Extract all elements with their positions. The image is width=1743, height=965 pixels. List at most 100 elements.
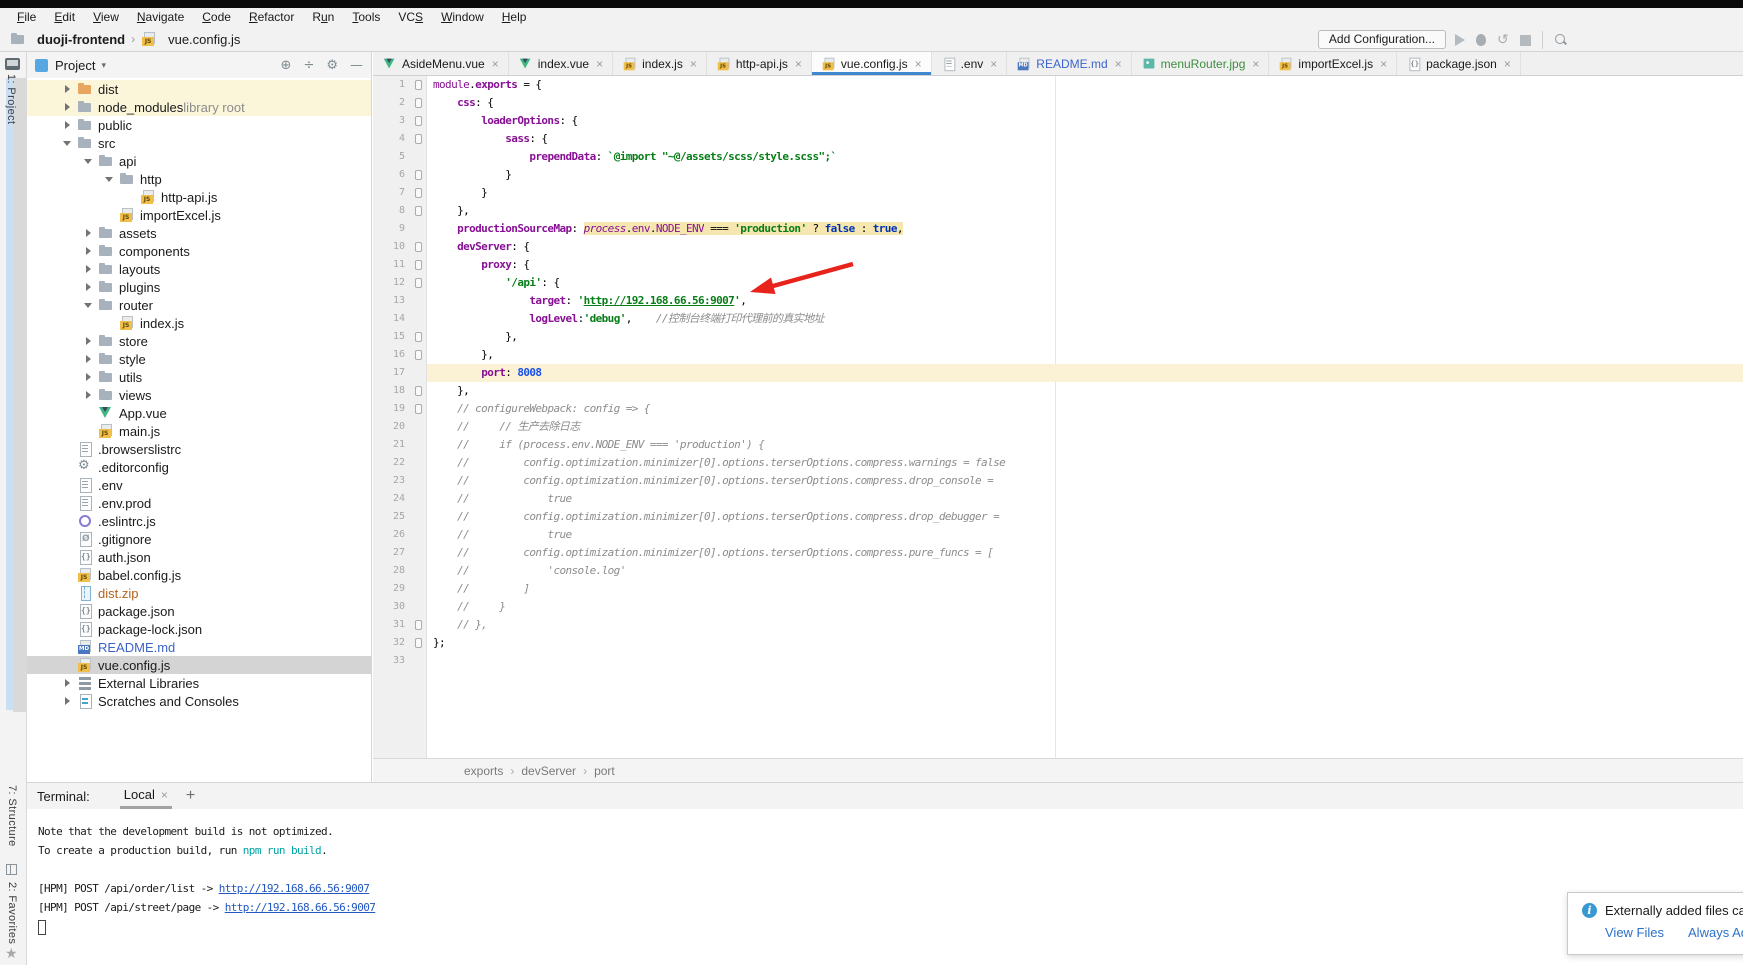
fold-close-icon[interactable]	[415, 332, 422, 342]
menu-tools[interactable]: Tools	[343, 8, 389, 27]
editor-tab-http-api-js[interactable]: http-api.js×	[707, 52, 812, 75]
tree-item--env[interactable]: .env	[27, 476, 371, 494]
breadcrumb-project[interactable]: duoji-frontend	[37, 32, 125, 47]
stripe-scroll-track[interactable]	[13, 78, 26, 712]
tree-item-dist[interactable]: dist	[27, 80, 371, 98]
tree-item-http[interactable]: http	[27, 170, 371, 188]
coverage-icon[interactable]: ↺	[1497, 33, 1509, 47]
tool-window-icon[interactable]	[5, 58, 20, 70]
editor-breadcrumb-devserver[interactable]: devServer	[521, 764, 576, 778]
menu-navigate[interactable]: Navigate	[128, 8, 193, 27]
fold-close-icon[interactable]	[415, 386, 422, 396]
menu-help[interactable]: Help	[493, 8, 536, 27]
tree-item-external-libraries[interactable]: External Libraries	[27, 674, 371, 692]
fold-open-icon[interactable]	[415, 116, 422, 126]
new-terminal-button[interactable]: +	[186, 787, 195, 805]
tree-item-public[interactable]: public	[27, 116, 371, 134]
search-icon[interactable]	[1554, 33, 1568, 47]
editor-tab-readme-md[interactable]: README.md×	[1007, 52, 1131, 75]
tree-item-vue-config-js[interactable]: vue.config.js	[27, 656, 371, 674]
tab-close-icon[interactable]: ×	[1380, 57, 1387, 71]
tab-close-icon[interactable]: ×	[915, 57, 922, 71]
chevron-down-icon[interactable]: ▾	[101, 60, 106, 71]
close-icon[interactable]: ×	[161, 788, 168, 802]
run-icon[interactable]	[1455, 34, 1465, 46]
tab-close-icon[interactable]: ×	[1115, 57, 1122, 71]
fold-close-icon[interactable]	[415, 206, 422, 216]
tree-item-importexcel-js[interactable]: importExcel.js	[27, 206, 371, 224]
editor-tab-package-json[interactable]: package.json×	[1397, 52, 1521, 75]
tree-item-plugins[interactable]: plugins	[27, 278, 371, 296]
tree-item-http-api-js[interactable]: http-api.js	[27, 188, 371, 206]
menu-run[interactable]: Run	[303, 8, 343, 27]
tree-item-node-modules[interactable]: node_modules library root	[27, 98, 371, 116]
editor-tab-index-vue[interactable]: index.vue×	[509, 52, 613, 75]
tree-item-components[interactable]: components	[27, 242, 371, 260]
tree-item-store[interactable]: store	[27, 332, 371, 350]
notification-action-view-files[interactable]: View Files	[1605, 925, 1664, 940]
tab-close-icon[interactable]: ×	[690, 57, 697, 71]
menu-code[interactable]: Code	[193, 8, 240, 27]
menu-refactor[interactable]: Refactor	[240, 8, 303, 27]
terminal-output[interactable]: Note that the development build is not o…	[27, 809, 1743, 936]
menu-view[interactable]: View	[84, 8, 128, 27]
tree-item-app-vue[interactable]: App.vue	[27, 404, 371, 422]
menu-vcs[interactable]: VCS	[389, 8, 432, 27]
editor-breadcrumb-exports[interactable]: exports	[464, 764, 503, 778]
tree-item-package-lock-json[interactable]: package-lock.json	[27, 620, 371, 638]
layout-grid-icon[interactable]	[6, 864, 17, 875]
fold-open-icon[interactable]	[415, 404, 422, 414]
fold-close-icon[interactable]	[415, 620, 422, 630]
tab-close-icon[interactable]: ×	[795, 57, 802, 71]
tree-item-babel-config-js[interactable]: babel.config.js	[27, 566, 371, 584]
code-editor[interactable]: 1module.exports = {2 css: {3 loaderOptio…	[373, 76, 1743, 758]
tree-item-views[interactable]: views	[27, 386, 371, 404]
debug-icon[interactable]	[1476, 34, 1486, 46]
tree-item-dist-zip[interactable]: dist.zip	[27, 584, 371, 602]
tree-item-layouts[interactable]: layouts	[27, 260, 371, 278]
terminal-tab-local[interactable]: Local ×	[120, 783, 172, 809]
url-link[interactable]: http://192.168.66.56:9007	[584, 294, 735, 307]
menu-edit[interactable]: Edit	[45, 8, 84, 27]
editor-tab-importexcel-js[interactable]: importExcel.js×	[1269, 52, 1397, 75]
tree-item-scratches-and-consoles[interactable]: Scratches and Consoles	[27, 692, 371, 710]
tree-item--editorconfig[interactable]: .editorconfig	[27, 458, 371, 476]
fold-open-icon[interactable]	[415, 260, 422, 270]
tab-close-icon[interactable]: ×	[596, 57, 603, 71]
stripe-item-project[interactable]: 1: Project	[5, 74, 17, 124]
editor-tab-asidemenu-vue[interactable]: AsideMenu.vue×	[373, 52, 509, 75]
fold-open-icon[interactable]	[415, 278, 422, 288]
tree-item--env-prod[interactable]: .env.prod	[27, 494, 371, 512]
settings-icon[interactable]: ⚙	[326, 58, 338, 73]
locate-icon[interactable]: ⊕	[281, 58, 292, 73]
fold-open-icon[interactable]	[415, 80, 422, 90]
fold-close-icon[interactable]	[415, 188, 422, 198]
editor-tab-index-js[interactable]: index.js×	[613, 52, 707, 75]
tree-item-utils[interactable]: utils	[27, 368, 371, 386]
tree-item--browserslistrc[interactable]: .browserslistrc	[27, 440, 371, 458]
star-icon[interactable]: ★	[5, 946, 18, 962]
fold-open-icon[interactable]	[415, 242, 422, 252]
tree-item-src[interactable]: src	[27, 134, 371, 152]
fold-close-icon[interactable]	[415, 638, 422, 648]
breadcrumb-file[interactable]: vue.config.js	[168, 32, 240, 47]
tree-item-readme-md[interactable]: README.md	[27, 638, 371, 656]
tree-item-router[interactable]: router	[27, 296, 371, 314]
tree-item--eslintrc-js[interactable]: .eslintrc.js	[27, 512, 371, 530]
fold-open-icon[interactable]	[415, 98, 422, 108]
fold-open-icon[interactable]	[415, 134, 422, 144]
notification-action-always-add[interactable]: Always Add	[1688, 925, 1743, 940]
editor-tab--env[interactable]: .env×	[932, 52, 1008, 75]
collapse-all-icon[interactable]: ÷	[303, 58, 314, 73]
tab-close-icon[interactable]: ×	[492, 57, 499, 71]
tree-item-package-json[interactable]: package.json	[27, 602, 371, 620]
fold-close-icon[interactable]	[415, 350, 422, 360]
fold-close-icon[interactable]	[415, 170, 422, 180]
tree-item-main-js[interactable]: main.js	[27, 422, 371, 440]
terminal-link[interactable]: http://192.168.66.56:9007	[225, 901, 376, 914]
tree-item-api[interactable]: api	[27, 152, 371, 170]
tree-item-assets[interactable]: assets	[27, 224, 371, 242]
stripe-item-structure[interactable]: 7: Structure	[6, 785, 18, 847]
tree-item-style[interactable]: style	[27, 350, 371, 368]
tab-close-icon[interactable]: ×	[1504, 57, 1511, 71]
